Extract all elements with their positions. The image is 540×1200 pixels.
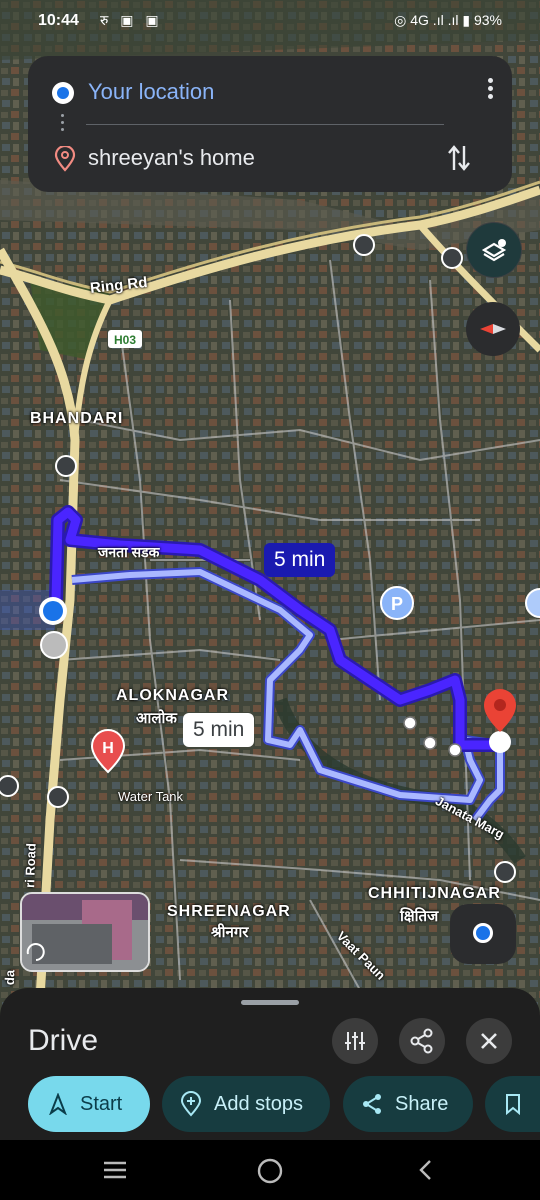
add-stops-button[interactable]: Add stops — [162, 1076, 330, 1132]
route-options-button[interactable] — [332, 1018, 378, 1064]
connector-dots — [61, 114, 64, 135]
shreenagar-np-label: श्रीनगर — [211, 924, 249, 941]
bhandari-label: BHANDARI — [30, 410, 124, 427]
close-button[interactable] — [466, 1018, 512, 1064]
shreenagar-label: SHREENAGAR — [167, 903, 291, 920]
eta-alternate-label[interactable]: 5 min — [183, 713, 255, 747]
back-icon[interactable] — [416, 1158, 434, 1182]
recenter-button[interactable] — [450, 904, 516, 964]
share-button[interactable]: Share — [343, 1076, 473, 1132]
da-label: da — [1, 969, 18, 986]
add-stop-icon — [180, 1091, 202, 1117]
ri-road-label: ri Road — [22, 842, 39, 889]
share-route-button[interactable] — [399, 1018, 445, 1064]
janata-sadak-label: जनता सडक — [98, 544, 160, 560]
compass-button[interactable] — [466, 302, 520, 356]
water-tank-label: Water Tank — [118, 789, 184, 804]
notification-icons: रु ▣ ▣ — [100, 12, 163, 28]
share-icon — [410, 1028, 433, 1054]
add-stops-label: Add stops — [214, 1093, 303, 1115]
battery-level: 93% — [473, 12, 502, 28]
more-options-icon[interactable] — [488, 78, 494, 102]
drag-handle[interactable] — [241, 1000, 299, 1005]
street-view-thumbnail[interactable] — [20, 892, 150, 972]
bookmark-icon — [506, 1094, 520, 1115]
start-button[interactable]: Start — [28, 1076, 150, 1132]
signal-icons: ◎ 4G .ıl .ıl ▮ — [394, 12, 471, 28]
close-icon — [481, 1033, 497, 1049]
origin-row[interactable]: Your location — [52, 74, 472, 110]
start-label: Start — [80, 1093, 123, 1115]
chhitijnagar-label: CHHITIJNAGAR — [368, 885, 501, 902]
travel-mode-title: Drive — [28, 1024, 99, 1057]
share-label: Share — [395, 1093, 449, 1115]
destination-field[interactable]: shreeyan's home — [88, 145, 255, 171]
share-icon — [363, 1094, 381, 1114]
hospital-label: H — [102, 740, 114, 757]
layers-icon — [481, 239, 507, 262]
parking-label: P — [391, 594, 403, 614]
status-bar: 10:44 रु ▣ ▣ ◎ 4G .ıl .ıl ▮ 93% — [0, 0, 540, 44]
chhitij-np-label: क्षितिज — [400, 908, 439, 925]
street-view-icon — [22, 894, 148, 970]
recents-icon[interactable] — [102, 1160, 128, 1180]
aloknagar-np-label: आलोक — [136, 710, 177, 727]
status-time: 10:44 — [38, 12, 79, 29]
origin-field[interactable]: Your location — [88, 79, 214, 105]
eta-primary-label[interactable]: 5 min — [264, 543, 336, 577]
home-icon[interactable] — [256, 1157, 284, 1185]
status-right: ◎ 4G .ıl .ıl ▮ 93% — [394, 12, 502, 29]
swap-icon[interactable] — [446, 142, 472, 174]
directions-card: Your location shreeyan's home — [28, 56, 512, 192]
divider — [86, 124, 444, 125]
save-button[interactable] — [485, 1076, 540, 1132]
navigation-arrow-icon — [49, 1093, 67, 1115]
bottom-sheet: Drive Start Add stops Share — [0, 988, 540, 1140]
aloknagar-label: ALOKNAGAR — [116, 687, 229, 704]
origin-dot-icon — [52, 82, 74, 104]
h03-label: H03 — [114, 333, 136, 347]
destination-row[interactable]: shreeyan's home — [52, 142, 492, 178]
layers-button[interactable] — [466, 222, 522, 278]
destination-icon — [54, 146, 76, 172]
compass-icon — [480, 324, 506, 334]
system-nav-bar — [0, 1140, 540, 1200]
route-options-icon — [345, 1032, 365, 1050]
